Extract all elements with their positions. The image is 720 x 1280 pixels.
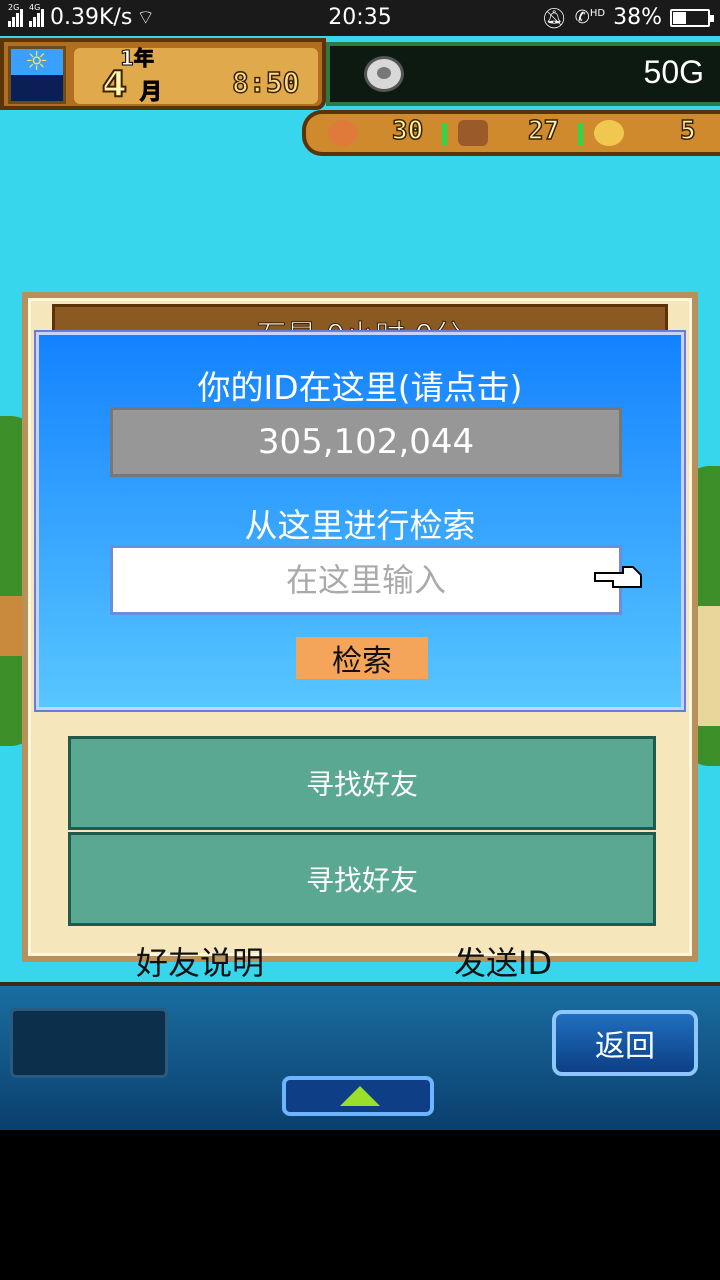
wood-icon [458, 120, 488, 146]
game-clock: 8:50 [231, 65, 300, 100]
mute-bell-icon: 🔕︎ [541, 5, 567, 30]
game-view: 1年 4 月 8:50 50G 30 27 5 石星 0小时 0分 寻找好友 寻… [0, 36, 720, 1130]
hd-call-icon: ✆HD [574, 7, 606, 28]
date-panel: 1年 4 月 8:50 [0, 38, 326, 110]
id-title: 你的ID在这里(请点击) [197, 368, 523, 407]
battery-percent: 38% [613, 5, 662, 30]
expand-up-arrow-button[interactable] [282, 1076, 434, 1116]
player-id-box[interactable]: 305,102,044 [110, 407, 622, 477]
find-friend-label: 寻找好友 [305, 864, 418, 897]
friend-guide-link[interactable]: 好友说明 [136, 938, 264, 984]
search-button[interactable]: 检索 [296, 637, 428, 679]
find-friend-row[interactable]: 寻找好友 [68, 736, 656, 830]
resources-panel: 30 27 5 [302, 110, 720, 156]
find-friend-row[interactable]: 寻找好友 [68, 832, 656, 926]
pointing-hand-icon [594, 566, 642, 588]
menu-slot [10, 1008, 168, 1078]
resource-meat-value: 30 [391, 115, 424, 147]
friend-search-input[interactable] [110, 545, 622, 615]
meat-icon [328, 120, 358, 146]
month-value: 4 [101, 63, 128, 106]
status-right: 🔕︎ ✆HD 38% [541, 5, 714, 30]
gold-panel: 50G [326, 42, 720, 106]
bottom-menu: 返回 [0, 982, 720, 1130]
back-button[interactable]: 返回 [552, 1010, 698, 1076]
meat-bar [442, 124, 447, 146]
wood-bar [578, 124, 583, 146]
player-id-value: 305,102,044 [257, 422, 475, 462]
resource-wood-value: 27 [527, 115, 560, 147]
silver-coin-icon [364, 56, 404, 92]
back-label: 返回 [595, 1029, 655, 1064]
month-unit: 月 [139, 80, 163, 106]
weather-sky-icon [8, 46, 66, 104]
battery-fill [673, 11, 686, 24]
battery-icon [670, 8, 714, 27]
resource-coin-value: 5 [679, 115, 696, 147]
coin-icon [594, 120, 624, 146]
status-bar: 2G 4G 0.39K/s ⌔ 20:35 🔕︎ ✆HD 38% [0, 0, 720, 36]
nav-area [0, 1130, 720, 1280]
find-friend-label: 寻找好友 [305, 768, 418, 801]
search-title: 从这里进行检索 [244, 506, 476, 545]
gold-amount: 50G [643, 54, 704, 90]
send-id-link[interactable]: 发送ID [454, 938, 552, 984]
friend-id-dialog: 你的ID在这里(请点击) 305,102,044 从这里进行检索 检索 [36, 332, 684, 710]
